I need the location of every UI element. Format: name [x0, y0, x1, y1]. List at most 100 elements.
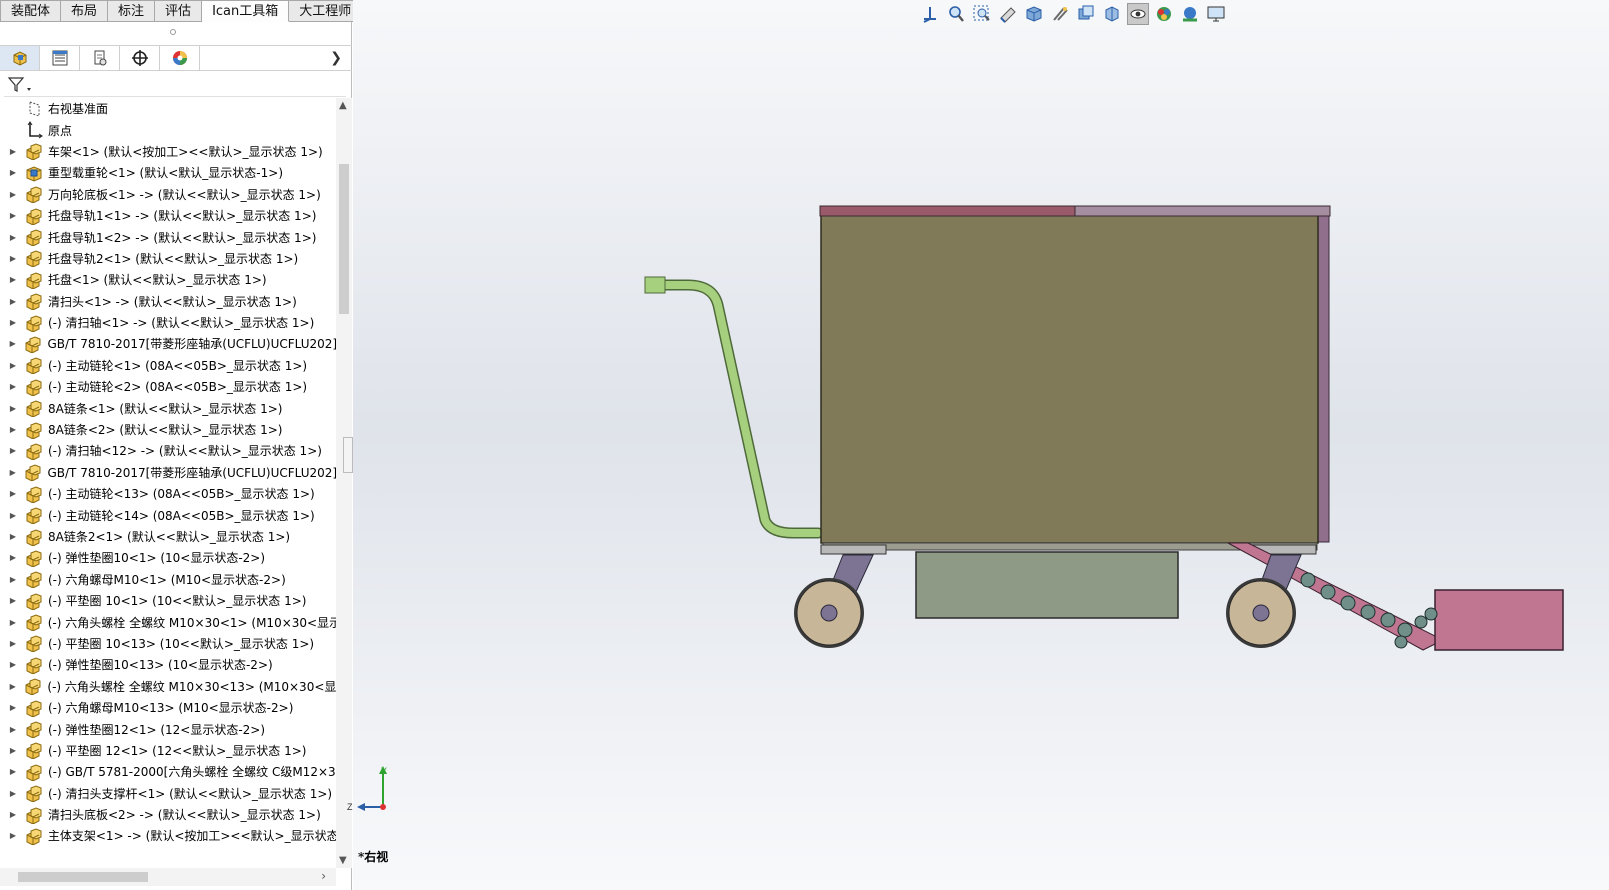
tree-item[interactable]: ▶ 托盘<1> (默认<<默认>_显示状态 1>) — [0, 269, 336, 290]
expand-arrow-icon[interactable]: ▶ — [6, 211, 20, 220]
expand-arrow-icon[interactable]: ▶ — [6, 147, 20, 156]
tree-item[interactable]: ▶ 8A链条2<1> (默认<<默认>_显示状态 1>) — [0, 526, 336, 547]
tray[interactable] — [915, 551, 1179, 619]
tree-item[interactable]: ▶ (-) 主动链轮<2> (08A<<05B>_显示状态 1>) — [0, 376, 336, 397]
tree-vertical-scrollbar[interactable]: ▲ ▼ — [336, 98, 352, 868]
expand-arrow-icon[interactable]: ▶ — [6, 233, 20, 242]
expand-arrow-icon[interactable]: ▶ — [6, 190, 20, 199]
expand-arrow-icon[interactable]: ▶ — [6, 767, 20, 776]
tab-1[interactable]: 布局 — [61, 0, 109, 22]
panel-splitter-handle[interactable] — [170, 29, 176, 35]
scrollbar-thumb[interactable] — [18, 872, 148, 882]
expand-arrow-icon[interactable]: ▶ — [6, 254, 20, 263]
scrollbar-thumb[interactable] — [339, 164, 349, 314]
expand-arrow-icon[interactable]: ▶ — [6, 446, 20, 455]
expand-arrow-icon[interactable]: ▶ — [6, 297, 20, 306]
scroll-right-icon[interactable]: › — [321, 869, 326, 883]
tree-item[interactable]: ▶ (-) 清扫头支撑杆<1> (默认<<默认>_显示状态 1>) — [0, 783, 336, 804]
expand-arrow-icon[interactable]: ▶ — [6, 725, 20, 734]
tree-item[interactable]: ▶ 清扫头<1> -> (默认<<默认>_显示状态 1>) — [0, 291, 336, 312]
cart-body[interactable] — [820, 214, 1319, 544]
expand-arrow-icon[interactable]: ▶ — [6, 532, 20, 541]
tree-item[interactable]: ▶ (-) GB/T 5781-2000[六角头螺栓 全螺纹 C级M12×3 — [0, 761, 336, 782]
tree-horizontal-scrollbar[interactable]: › — [0, 868, 336, 886]
expand-arrow-icon[interactable]: ▶ — [6, 618, 20, 627]
tab-5[interactable]: 大工程师 — [289, 0, 363, 22]
front-wheel[interactable] — [794, 554, 874, 648]
tree-item[interactable]: ▶ 8A链条<2> (默认<<默认>_显示状态 1>) — [0, 419, 336, 440]
expand-arrow-icon[interactable]: ▶ — [6, 575, 20, 584]
expand-arrow-icon[interactable]: ▶ — [6, 489, 20, 498]
tree-item[interactable]: ▶ 托盘导轨1<2> -> (默认<<默认>_显示状态 1>) — [0, 226, 336, 247]
panel-collapse-handle[interactable] — [343, 437, 353, 473]
tree-item[interactable]: ▶ GB/T 7810-2017[带菱形座轴承(UCFLU)UCFLU202]< — [0, 333, 336, 354]
lid-left[interactable] — [819, 205, 1076, 217]
expand-arrow-icon[interactable]: ▶ — [6, 746, 20, 755]
configurationmanager-tab[interactable] — [80, 46, 120, 70]
tree-item[interactable]: 右视基准面 — [0, 98, 336, 119]
graphics-viewport[interactable]: Y Z *右视 — [347, 0, 1609, 890]
expand-arrow-icon[interactable]: ▶ — [6, 789, 20, 798]
tab-4[interactable]: Ican工具箱 — [202, 0, 290, 22]
expand-arrow-icon[interactable]: ▶ — [6, 168, 20, 177]
tree-item[interactable]: ▶ (-) 清扫轴<1> -> (默认<<默认>_显示状态 1>) — [0, 312, 336, 333]
tree-item[interactable]: ▶ (-) 六角头螺栓 全螺纹 M10×30<1> (M10×30<显示 — [0, 611, 336, 632]
tree-item[interactable]: ▶ 托盘导轨1<1> -> (默认<<默认>_显示状态 1>) — [0, 205, 336, 226]
scroll-up-icon[interactable]: ▲ — [339, 100, 347, 111]
tree-item[interactable]: ▶ (-) 主动链轮<14> (08A<<05B>_显示状态 1>) — [0, 504, 336, 525]
expand-arrow-icon[interactable]: ▶ — [6, 318, 20, 327]
scroll-down-icon[interactable]: ▼ — [339, 855, 347, 866]
expand-arrow-icon[interactable]: ▶ — [6, 275, 20, 284]
tree-item-label: (-) 清扫轴<1> -> (默认<<默认>_显示状态 1>) — [48, 316, 315, 331]
expand-arrow-icon[interactable]: ▶ — [6, 810, 20, 819]
tree-item[interactable]: ▶ 万向轮底板<1> -> (默认<<默认>_显示状态 1>) — [0, 184, 336, 205]
expand-arrow-icon[interactable]: ▶ — [6, 553, 20, 562]
tree-item[interactable]: ▶ (-) 弹性垫圈10<1> (10<显示状态-2>) — [0, 547, 336, 568]
tree-item[interactable]: ▶ (-) 弹性垫圈10<13> (10<显示状态-2>) — [0, 654, 336, 675]
featuremanager-tab[interactable] — [0, 46, 40, 70]
push-handle[interactable] — [644, 276, 824, 539]
more-tabs-arrow-icon[interactable]: ❯ — [330, 50, 342, 66]
expand-arrow-icon[interactable]: ▶ — [6, 596, 20, 605]
tab-3[interactable]: 评估 — [155, 0, 203, 22]
tree-item[interactable]: 原点 — [0, 119, 336, 140]
tree-item[interactable]: ▶ (-) 六角头螺栓 全螺纹 M10×30<13> (M10×30<显示 — [0, 676, 336, 697]
tree-item[interactable]: ▶ (-) 主动链轮<1> (08A<<05B>_显示状态 1>) — [0, 355, 336, 376]
expand-arrow-icon[interactable]: ▶ — [6, 660, 20, 669]
tree-item[interactable]: ▶ (-) 弹性垫圈12<1> (12<显示状态-2>) — [0, 718, 336, 739]
cart-assembly-model[interactable] — [353, 0, 1609, 890]
tab-2[interactable]: 标注 — [108, 0, 156, 22]
expand-arrow-icon[interactable]: ▶ — [6, 361, 20, 370]
tree-item[interactable]: ▶ 车架<1> (默认<按加工><<默认>_显示状态 1>) — [0, 141, 336, 162]
dimxpert-tab[interactable] — [120, 46, 160, 70]
tree-item[interactable]: ▶ (-) 平垫圈 10<13> (10<<默认>_显示状态 1>) — [0, 633, 336, 654]
tree-item[interactable]: ▶ 托盘导轨2<1> (默认<<默认>_显示状态 1>) — [0, 248, 336, 269]
tree-item[interactable]: ▶ 清扫头底板<2> -> (默认<<默认>_显示状态 1>) — [0, 804, 336, 825]
tree-item[interactable]: ▶ 主体支架<1> -> (默认<按加工><<默认>_显示状态 — [0, 825, 336, 846]
tree-item[interactable]: ▶ (-) 主动链轮<13> (08A<<05B>_显示状态 1>) — [0, 483, 336, 504]
tree-filter[interactable] — [4, 73, 346, 97]
expand-arrow-icon[interactable]: ▶ — [6, 703, 20, 712]
tree-item[interactable]: ▶ GB/T 7810-2017[带菱形座轴承(UCFLU)UCFLU202]< — [0, 462, 336, 483]
expand-arrow-icon[interactable]: ▶ — [6, 511, 20, 520]
expand-arrow-icon[interactable]: ▶ — [6, 831, 20, 840]
rear-wheel[interactable] — [1226, 554, 1302, 648]
tab-0[interactable]: 装配体 — [0, 0, 62, 22]
expand-arrow-icon[interactable]: ▶ — [6, 339, 19, 348]
expand-arrow-icon[interactable]: ▶ — [6, 382, 20, 391]
tree-item[interactable]: ▶ 重型载重轮<1> (默认<默认_显示状态-1>) — [0, 162, 336, 183]
expand-arrow-icon[interactable]: ▶ — [6, 425, 20, 434]
propertymanager-tab[interactable] — [40, 46, 80, 70]
tree-item[interactable]: ▶ (-) 六角螺母M10<1> (M10<显示状态-2>) — [0, 569, 336, 590]
display-manager-tab[interactable] — [160, 46, 200, 70]
tree-item[interactable]: ▶ (-) 六角螺母M10<13> (M10<显示状态-2>) — [0, 697, 336, 718]
tree-item[interactable]: ▶ (-) 清扫轴<12> -> (默认<<默认>_显示状态 1>) — [0, 440, 336, 461]
expand-arrow-icon[interactable]: ▶ — [6, 468, 19, 477]
tree-item[interactable]: ▶ 8A链条<1> (默认<<默认>_显示状态 1>) — [0, 397, 336, 418]
tree-item[interactable]: ▶ (-) 平垫圈 10<1> (10<<默认>_显示状态 1>) — [0, 590, 336, 611]
tree-item[interactable]: ▶ (-) 平垫圈 12<1> (12<<默认>_显示状态 1>) — [0, 740, 336, 761]
lid-right[interactable] — [1074, 205, 1331, 217]
expand-arrow-icon[interactable]: ▶ — [6, 682, 19, 691]
expand-arrow-icon[interactable]: ▶ — [6, 404, 20, 413]
expand-arrow-icon[interactable]: ▶ — [6, 639, 20, 648]
